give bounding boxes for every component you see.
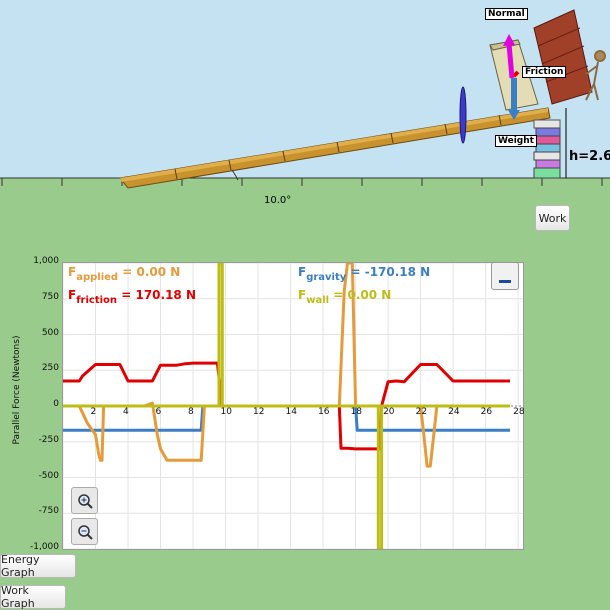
y-tick-label: -250 [38,434,59,445]
ramp-scene [0,9,610,189]
energy-graph-button[interactable]: Energy Graph [0,553,76,579]
normal-force-arrow [506,43,515,79]
work-button[interactable]: Work [535,205,570,231]
x-tick-label: 14 [285,407,297,417]
normal-force-arrowhead [503,34,515,46]
y-tick-label: -750 [38,506,59,517]
legend-gravity: Fgravity = -170.18 N [298,265,431,283]
x-tick-label: 18 [350,407,363,417]
x-tick-label: 22 [415,407,428,417]
x-tick-label: 26 [480,407,493,417]
x-tick-label: 6 [155,407,162,417]
minimize-graph-button[interactable] [491,262,519,290]
x-tick-label: 28 [513,407,525,417]
zoom-out-button[interactable] [71,518,98,545]
ramp-top [120,108,548,182]
legend-wall: Fwall = 0.00 N [298,288,392,306]
x-tick-label: 2 [90,407,97,417]
x-tick-label: 4 [123,407,129,417]
weight-label: Weight [495,135,537,147]
x-tick-label: 16 [318,407,330,417]
ramp-angle-handle[interactable] [459,86,467,144]
legend-applied: Fapplied = 0.00 N [68,265,181,283]
x-tick-label: 24 [448,407,460,417]
minimize-icon [499,280,511,283]
x-tick-label: 10 [220,407,232,417]
y-tick-label: 0 [53,399,59,409]
y-tick-label: 1,000 [33,256,59,266]
ramp-support [533,119,561,179]
friction-force-arrow [512,70,520,78]
normal-label: Normal [485,8,528,20]
height-label: h=2.6 [569,149,610,164]
zoom-out-icon [77,524,93,540]
ground-ticks [1,178,603,186]
zoom-in-button[interactable] [71,487,98,514]
y-tick-label: -1,000 [29,542,59,552]
legend-friction: Ffriction = 170.18 N [68,288,196,306]
brick-wall [533,9,593,105]
friction-label: Friction [522,66,567,78]
force-chart [62,261,523,551]
graph-panel [62,261,524,551]
y-tick-label: 250 [41,363,59,374]
y-tick-label: 500 [41,327,59,338]
y-tick-label: -500 [38,470,59,481]
series-wall [63,261,510,551]
zoom-in-icon [77,493,93,509]
x-tick-label: 12 [253,407,265,417]
work-graph-button[interactable]: Work Graph [0,584,66,610]
x-tick-label: 8 [188,407,194,417]
y-tick-label: 750 [41,291,59,302]
angle-label: 10.0° [264,195,292,206]
x-tick-label: 20 [383,407,395,417]
